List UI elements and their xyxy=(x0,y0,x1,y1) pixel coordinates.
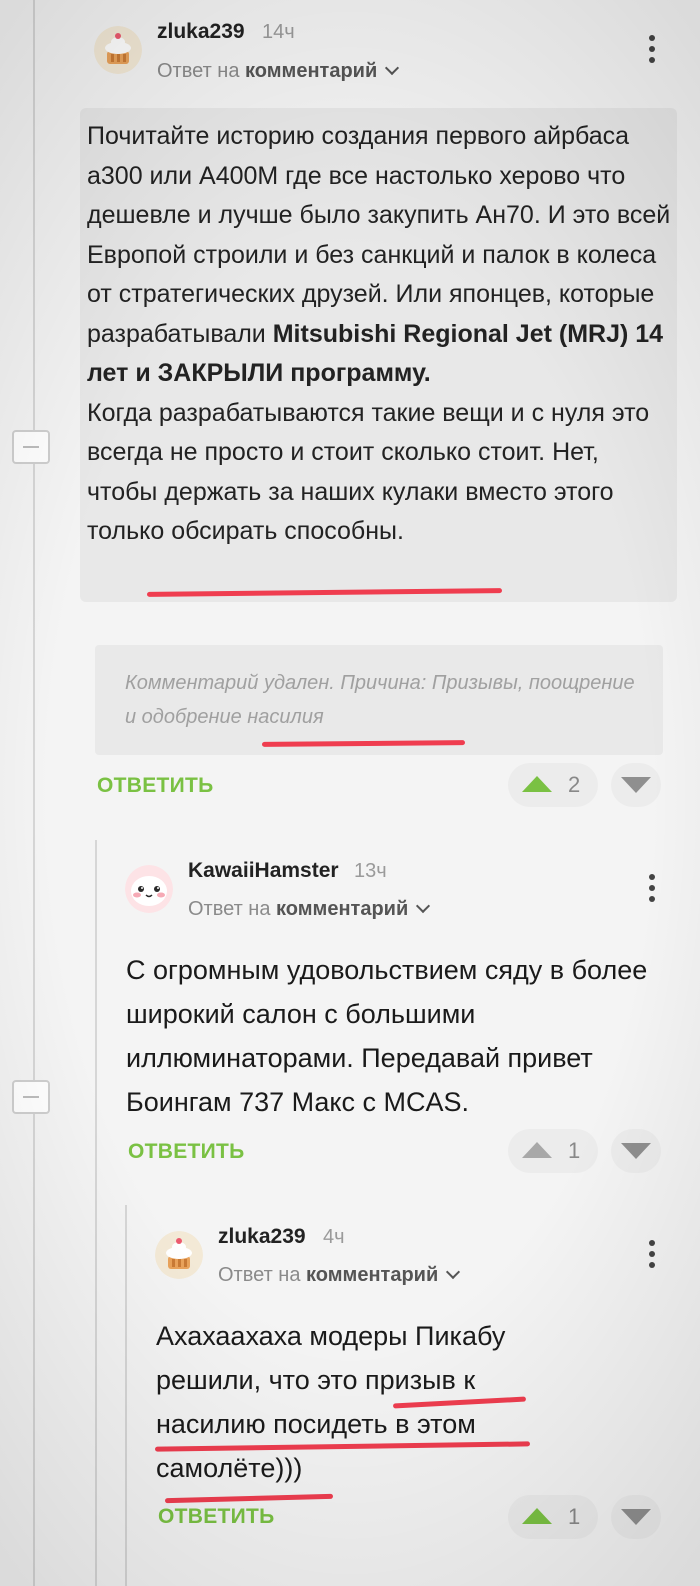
arrow-up-icon xyxy=(522,1508,552,1524)
quote-text-part2: Когда разрабатываются такие вещи и с нул… xyxy=(87,398,650,546)
more-vertical-icon[interactable] xyxy=(647,1240,657,1270)
thread-line-level2 xyxy=(95,840,97,1586)
reply-to-prefix: Ответ на xyxy=(157,60,240,82)
chevron-down-icon xyxy=(416,898,431,914)
thread-line-level3 xyxy=(125,1205,127,1586)
deleted-comment-text: Комментарий удален. Причина: Призывы, по… xyxy=(125,672,635,728)
comment-username[interactable]: KawaiiHamster xyxy=(188,859,339,883)
collapse-thread-button[interactable] xyxy=(12,1080,50,1114)
comment-time: 4ч xyxy=(323,1226,345,1248)
comment-username[interactable]: zluka239 xyxy=(218,1225,306,1249)
reply-to-target: комментарий xyxy=(306,1264,439,1286)
chevron-down-icon xyxy=(446,1264,461,1280)
vote-count: 1 xyxy=(568,1504,581,1529)
reply-to-link[interactable]: Ответ на комментарий xyxy=(157,60,400,83)
arrow-down-icon xyxy=(621,777,651,793)
upvote-button[interactable]: 1 xyxy=(508,1129,598,1173)
vote-count: 1 xyxy=(568,1138,581,1163)
comment-username[interactable]: zluka239 xyxy=(157,20,245,44)
arrow-up-icon xyxy=(522,776,552,792)
comment-time: 14ч xyxy=(262,21,295,43)
more-vertical-icon[interactable] xyxy=(647,35,657,65)
comment-body: С огромным удовольствием сяду в более ши… xyxy=(126,955,648,1117)
collapse-thread-button[interactable] xyxy=(12,430,50,464)
reply-button[interactable]: ОТВЕТИТЬ xyxy=(97,774,214,798)
reply-to-prefix: Ответ на xyxy=(218,1264,301,1286)
reply-button[interactable]: ОТВЕТИТЬ xyxy=(128,1140,245,1164)
comment-time: 13ч xyxy=(354,860,387,882)
reply-to-link[interactable]: Ответ на комментарий xyxy=(188,898,431,921)
upvote-button[interactable]: 1 xyxy=(508,1495,598,1539)
reply-to-target: комментарий xyxy=(276,898,409,920)
quote-text-part1: Почитайте историю создания первого айрба… xyxy=(87,122,671,348)
hand-drawn-underline xyxy=(164,1493,334,1504)
thread-line-root xyxy=(33,0,35,1586)
more-vertical-icon[interactable] xyxy=(647,874,657,904)
hamster-avatar-icon[interactable] xyxy=(125,865,173,913)
downvote-button[interactable] xyxy=(611,763,661,807)
arrow-up-icon xyxy=(522,1142,552,1158)
chevron-down-icon xyxy=(385,60,400,76)
vote-count: 2 xyxy=(568,772,581,797)
downvote-button[interactable] xyxy=(611,1495,661,1539)
cupcake-avatar-icon[interactable] xyxy=(155,1231,203,1279)
reply-to-prefix: Ответ на xyxy=(188,898,271,920)
downvote-button[interactable] xyxy=(611,1129,661,1173)
reply-button[interactable]: ОТВЕТИТЬ xyxy=(158,1505,275,1529)
arrow-down-icon xyxy=(621,1143,651,1159)
arrow-down-icon xyxy=(621,1509,651,1525)
reply-to-link[interactable]: Ответ на комментарий xyxy=(218,1264,461,1287)
cupcake-avatar-icon[interactable] xyxy=(94,26,142,74)
reply-to-target: комментарий xyxy=(245,60,378,82)
upvote-button[interactable]: 2 xyxy=(508,763,598,807)
quoted-parent-text: Почитайте историю создания первого айрба… xyxy=(87,117,672,552)
